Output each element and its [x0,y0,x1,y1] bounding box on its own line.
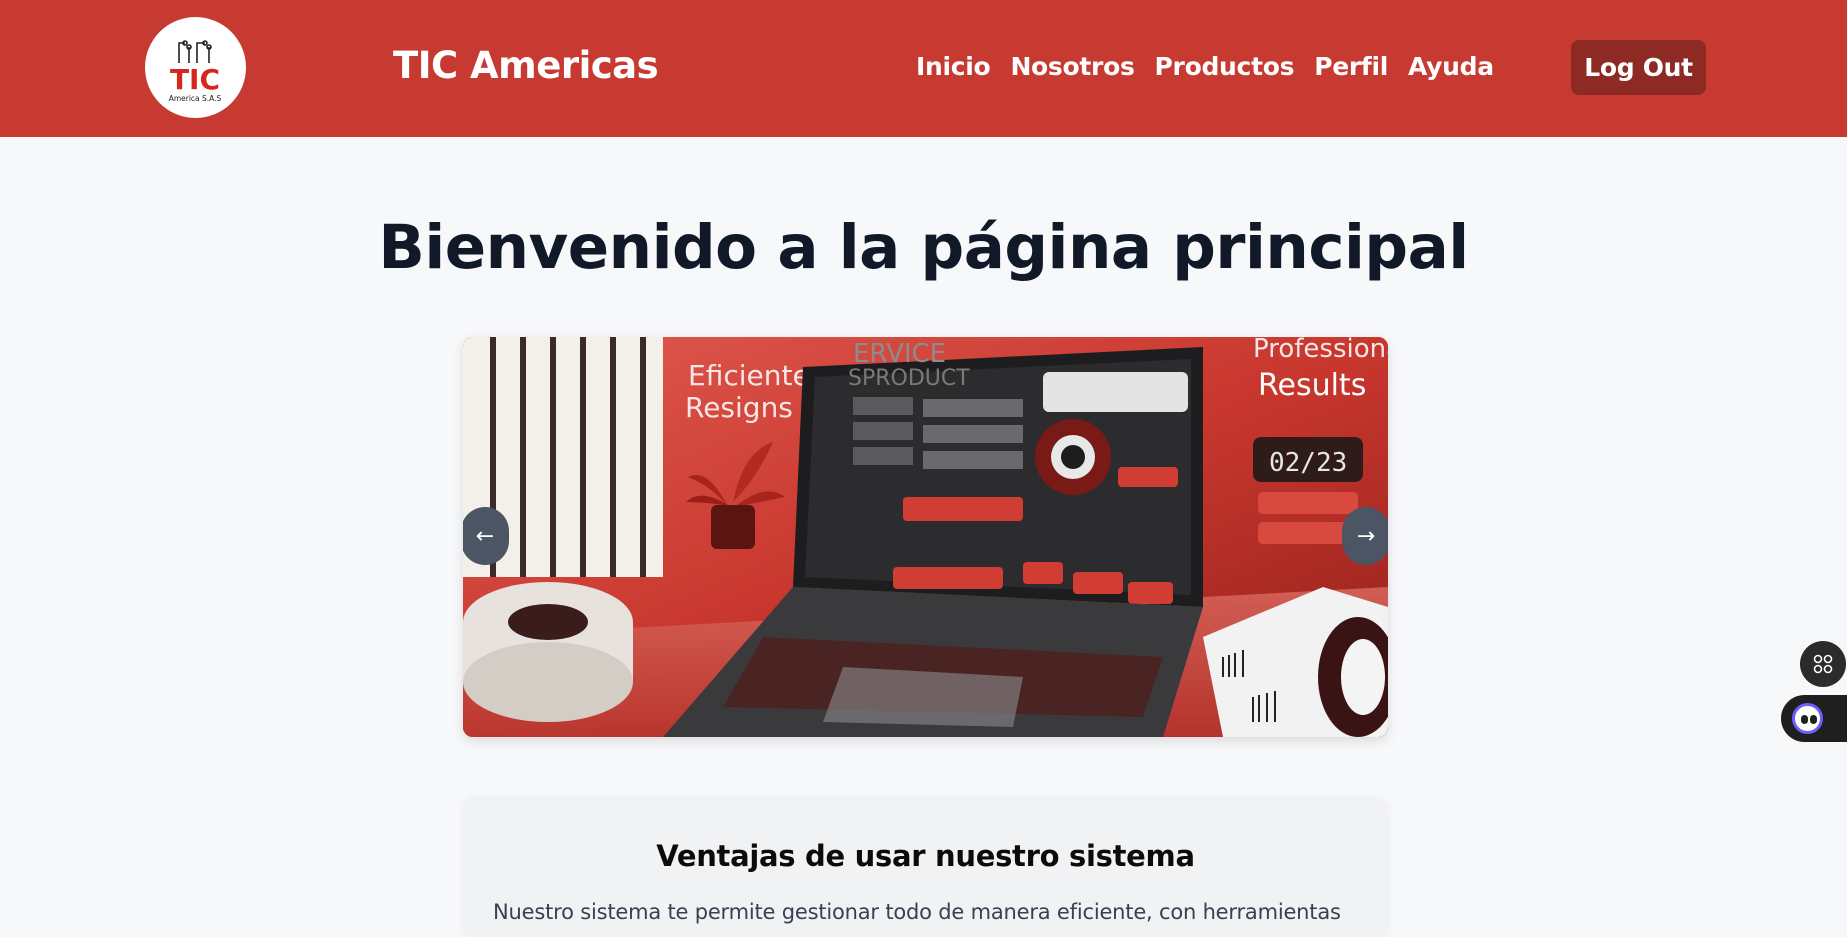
slide-text-results: Results [1258,368,1366,403]
advantages-title: Ventajas de usar nuestro sistema [656,839,1195,873]
logo[interactable]: TIC America S.A.S [145,17,246,118]
tic-logo-icon: TIC America S.A.S [169,40,222,103]
assistant-eye-left [1801,715,1808,724]
slide-text-professional: Professional [1253,337,1388,364]
slide-text-resigns: Resigns [685,391,793,424]
assistant-button[interactable] [1781,695,1847,742]
tape-roll-decoration [463,582,633,722]
logo-text: TIC [170,63,220,96]
nav-ayuda[interactable]: Ayuda [1408,52,1494,81]
carousel-prev-button[interactable]: ← [463,507,509,565]
carousel-next-button[interactable]: → [1342,507,1388,565]
nav-nosotros[interactable]: Nosotros [1010,52,1134,81]
slide-screen-title-1: ERVICE [853,339,946,369]
nav-perfil[interactable]: Perfil [1314,52,1388,81]
assistant-eye-right [1810,715,1817,724]
nav-inicio[interactable]: Inicio [916,52,991,81]
apps-grid-button[interactable] [1800,641,1846,687]
image-carousel: Eficiente Resigns Professional Results 0… [463,337,1388,737]
slide-counter: 02/23 [1269,448,1347,478]
site-header: TIC America S.A.S TIC Americas Inicio No… [0,0,1847,137]
logo-subtext: America S.A.S [169,94,222,103]
carousel-slide-image: Eficiente Resigns Professional Results 0… [463,337,1388,737]
nav-productos[interactable]: Productos [1155,52,1295,81]
assistant-face-icon [1792,703,1823,734]
brand-name[interactable]: TIC Americas [393,44,659,87]
page-title: Bienvenido a la página principal [378,212,1469,283]
slide-screen-title-2: SPRODUCT [848,366,970,391]
logout-button[interactable]: Log Out [1571,40,1706,95]
slide-text-eficiente: Eficiente [688,359,810,392]
advantages-card: Ventajas de usar nuestro sistema Nuestro… [463,797,1388,937]
main-nav: Inicio Nosotros Productos Perfil Ayuda [916,52,1494,81]
apps-grid-icon [1813,654,1833,674]
advantages-text: Nuestro sistema te permite gestionar tod… [493,900,1341,924]
